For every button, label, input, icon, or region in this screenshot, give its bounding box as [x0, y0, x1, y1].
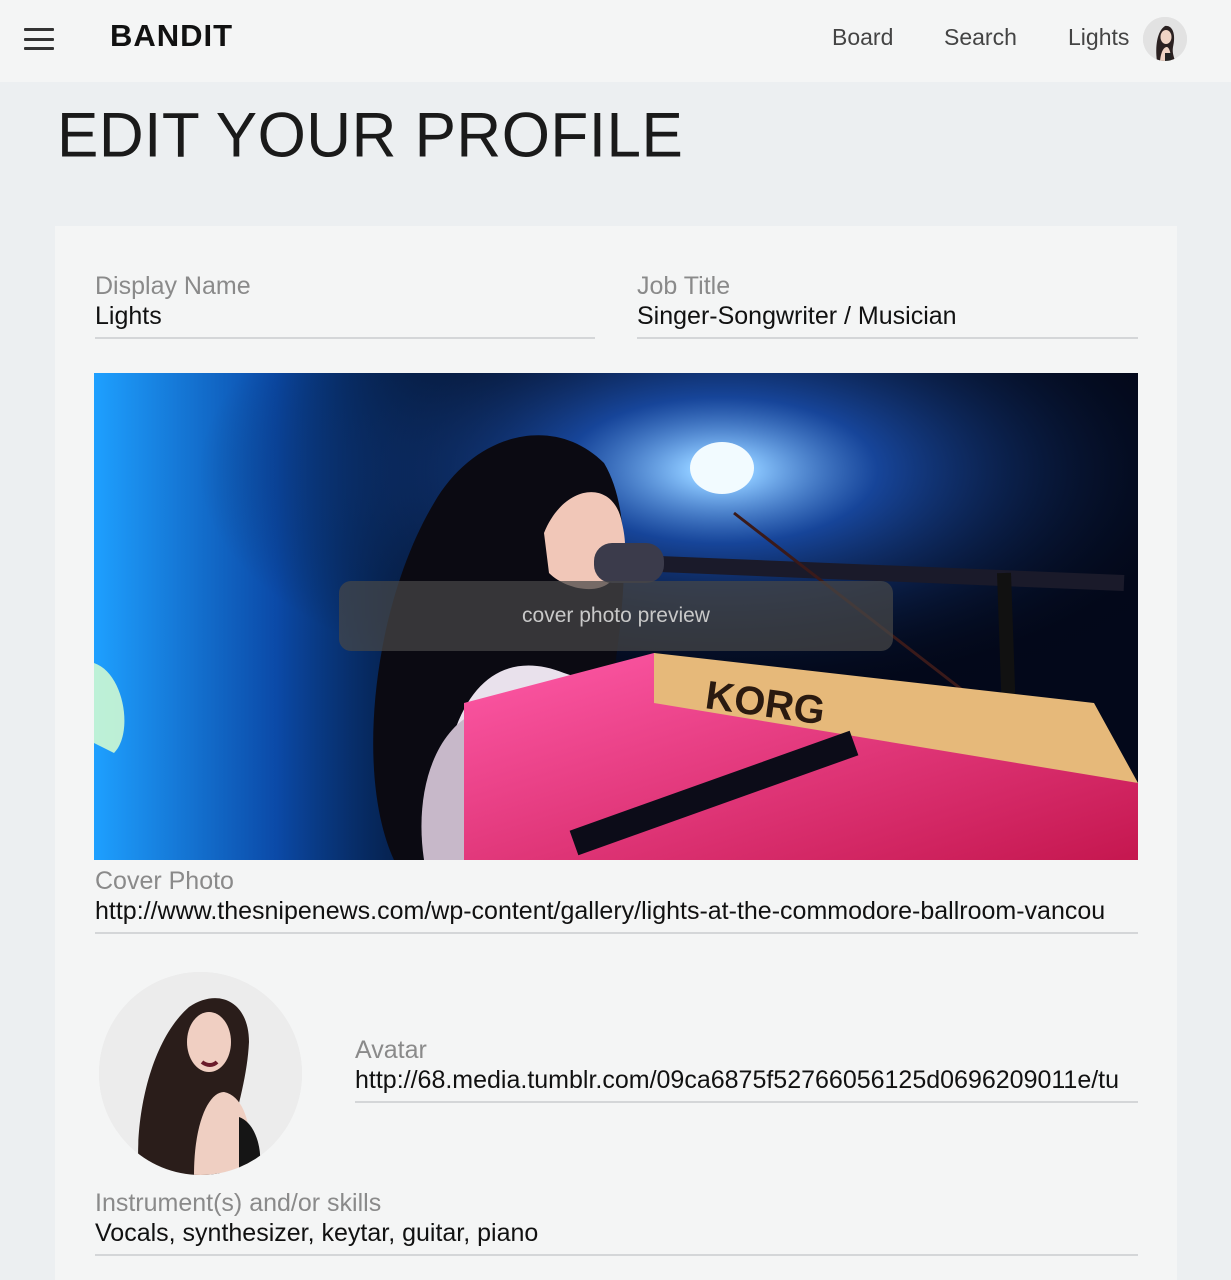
skills-label: Instrument(s) and/or skills [95, 1189, 382, 1217]
avatar-label: Avatar [355, 1036, 427, 1064]
skills-field: Instrument(s) and/or skills [95, 1188, 1138, 1256]
display-name-field: Display Name [95, 271, 595, 339]
display-name-label: Display Name [95, 272, 251, 300]
skills-input[interactable] [95, 1218, 1138, 1248]
avatar-input[interactable] [355, 1065, 1138, 1095]
display-name-underline [95, 337, 595, 339]
user-avatar-icon[interactable] [1143, 17, 1187, 61]
cover-photo-underline [95, 932, 1138, 934]
skills-underline [95, 1254, 1138, 1256]
page-title: EDIT YOUR PROFILE [57, 100, 684, 171]
cover-photo-field: Cover Photo [95, 866, 1138, 934]
nav-profile-lights[interactable]: Lights [1068, 24, 1129, 51]
brand-logo[interactable]: BANDIT [110, 18, 233, 54]
job-title-label: Job Title [637, 272, 731, 300]
job-title-field: Job Title [637, 271, 1138, 339]
cover-photo-input[interactable] [95, 896, 1138, 926]
display-name-input[interactable] [95, 301, 595, 331]
cover-preview-badge: cover photo preview [339, 581, 893, 651]
cover-photo-preview: KORG cover photo preview [94, 373, 1138, 860]
job-title-underline [637, 337, 1138, 339]
cover-photo-label: Cover Photo [95, 867, 234, 895]
nav-board[interactable]: Board [832, 24, 893, 51]
hamburger-menu-icon[interactable] [24, 28, 54, 50]
avatar-image [99, 972, 302, 1175]
nav-search[interactable]: Search [944, 24, 1017, 51]
top-navbar: BANDIT Board Search Lights [0, 0, 1231, 82]
job-title-input[interactable] [637, 301, 1138, 331]
avatar-preview [99, 972, 302, 1175]
profile-form-card: Display Name Job Title [55, 226, 1177, 1280]
avatar-underline [355, 1101, 1138, 1103]
avatar-field: Avatar [355, 1035, 1138, 1103]
